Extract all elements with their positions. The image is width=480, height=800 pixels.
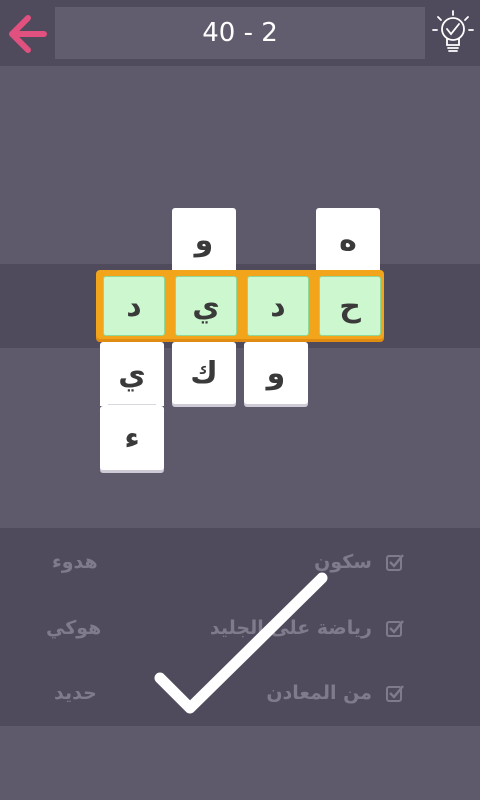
letter-tile[interactable]: ء [100, 406, 164, 470]
clue-text: رياضة على الجليد [209, 617, 372, 639]
lightbulb-check-icon [432, 10, 474, 52]
letter-tile[interactable]: ي [100, 342, 164, 406]
checkbox-check-icon [386, 685, 404, 702]
checkbox-check-icon [386, 620, 404, 637]
solved-letter-tile[interactable]: د [247, 276, 309, 336]
back-button[interactable] [8, 14, 48, 54]
clue-text: من المعادن [266, 682, 372, 704]
back-arrow-icon [9, 15, 47, 53]
letter-tile[interactable]: و [172, 208, 236, 272]
letter-tile[interactable]: و [244, 342, 308, 404]
solved-letter-tile[interactable]: ي [175, 276, 237, 336]
level-text: 40 - 2 [202, 18, 278, 48]
hint-button[interactable] [430, 8, 476, 58]
clue-answer: حديد [54, 682, 97, 704]
clue-answer: هدوء [52, 551, 98, 573]
checkbox-check-icon [386, 554, 404, 571]
letter-tile[interactable]: ه [316, 208, 380, 272]
clue-text: سكون [314, 551, 372, 573]
solved-letter-tile[interactable]: د [103, 276, 165, 336]
level-indicator: 40 - 2 [55, 7, 425, 59]
tile-divider [108, 404, 156, 405]
solved-letter-tile[interactable]: ح [319, 276, 381, 336]
letter-tile[interactable]: ك [172, 342, 236, 404]
clue-answer: هوكي [46, 617, 102, 639]
